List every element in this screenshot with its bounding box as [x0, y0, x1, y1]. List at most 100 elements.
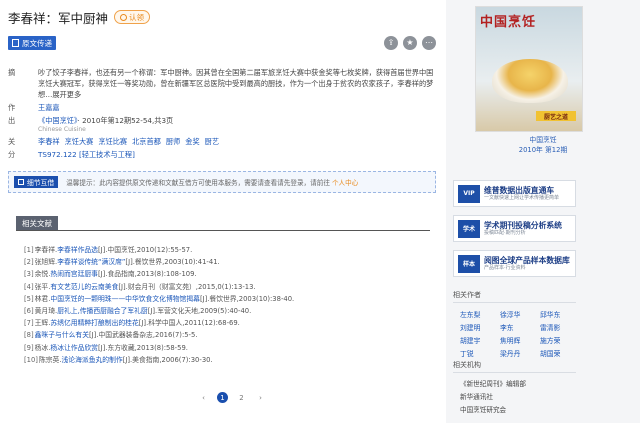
abstract-text: 吵了饺子李春祥，也还有另一个称谓：军中厨神。因其曾在全国第二届军旅烹饪大赛中获金… — [38, 68, 434, 99]
keyword-link[interactable]: 厨艺 — [205, 137, 219, 146]
related-doc-title-link[interactable]: 厨礼上,传播西厨融合了军礼厨 — [57, 307, 148, 315]
related-author-link[interactable]: 焦明辉 — [500, 336, 540, 346]
related-author-link[interactable]: 雷清影 — [540, 323, 580, 333]
related-author-link[interactable]: 刘建明 — [460, 323, 500, 333]
journal-link[interactable]: 《中国烹饪》 — [38, 116, 78, 125]
pagination: ‹ 1 2 › — [198, 392, 266, 403]
related-doc-title-link[interactable]: 浅论海派鱼丸的制作 — [62, 356, 123, 364]
classification-row: 分 TS972.122 [轻工技术与工程] — [8, 149, 436, 160]
document-loan-label: 细节互借 — [27, 179, 55, 187]
related-doc-title-link[interactable]: 有文艺范儿的云南美食 — [50, 283, 118, 291]
fulltext-delivery-label: 原文传递 — [22, 38, 52, 48]
page-1-button[interactable]: 1 — [217, 392, 228, 403]
banner-sub: 产品样本·行业资料 — [484, 264, 526, 271]
article-page: 李春祥：军中厨神 认领 原文传递 ⇪ ★ ⋯ 摘 吵了饺子李春祥，也还有另一个称… — [0, 0, 640, 423]
related-docs-tab[interactable]: 相关文献 — [16, 216, 58, 231]
related-authors-divider — [453, 302, 576, 303]
related-doc-author: 林君. — [34, 294, 51, 303]
related-doc-title-link[interactable]: 热闹而宫廷厨事 — [50, 270, 98, 278]
related-doc-number: [4] — [24, 282, 34, 291]
document-loan-button[interactable]: 细节互借 — [14, 176, 59, 188]
cover-issue[interactable]: 2010年 第12期 — [446, 145, 640, 155]
page-2-button[interactable]: 2 — [236, 392, 247, 403]
related-doc-title-link[interactable]: 鑫咪子与什么有关 — [35, 331, 89, 339]
related-doc-title-link[interactable]: 苏绣亿用精粹打酿制出的桂花 — [50, 319, 138, 327]
keyword-link[interactable]: 李春祥 — [38, 137, 60, 146]
notice-bar: 细节互借 温馨提示：此内容提供原文传递和文献互借方可使用本服务，需要请查看请先登… — [8, 171, 436, 193]
share-icon[interactable]: ⇪ — [384, 36, 398, 50]
related-author-link[interactable]: 施方荣 — [540, 336, 580, 346]
related-author-link[interactable]: 胡建宇 — [460, 336, 500, 346]
main-content: 李春祥：军中厨神 认领 原文传递 ⇪ ★ ⋯ 摘 吵了饺子李春祥，也还有另一个称… — [0, 0, 446, 423]
related-doc-title-link[interactable]: 中国烹饪的一颗明珠——中华饮食文化博物馆揭幕 — [50, 295, 200, 303]
banner-main: 学术期刊投稿分析系统 — [484, 220, 562, 230]
related-doc-author: 张旭辉. — [34, 258, 58, 267]
author-row: 作 王嘉嘉 — [8, 102, 436, 113]
related-doc-item: [2]张旭辉.李春祥谈传统“满汉席”[J].餐饮世界,2003(10):41-4… — [24, 256, 434, 268]
related-doc-title-link[interactable]: 李春祥谈传统“满汉席” — [57, 258, 125, 266]
journal-cover[interactable]: 中国烹饪 厨艺之道 — [475, 6, 583, 132]
related-doc-source: [J].军营文化天地,2009(5):40-40. — [147, 307, 252, 316]
related-doc-source: [J].中国武器装备杂志,2016(7):5-5. — [89, 331, 198, 340]
claim-label: 认领 — [129, 12, 145, 22]
related-author-link[interactable]: 邱华东 — [540, 310, 580, 320]
keyword-link[interactable]: 金奖 — [185, 137, 199, 146]
claim-badge[interactable]: 认领 — [114, 10, 151, 24]
source-row: 出 《中国烹饪》· 2010年第12期52-54,共3页 Chinese Cuis… — [8, 115, 436, 134]
banner-vip-publishing[interactable]: VIP 维普数据出版直通车 一文献快速上网让学术传播更简单 — [453, 180, 576, 207]
related-doc-source: [J].美食指南,2006(7):30-30. — [122, 355, 213, 364]
banner-submission-analysis[interactable]: 学术 学术期刊投稿分析系统 投稿匹配·期刊分析 — [453, 215, 576, 242]
keyword-link[interactable]: 厨师 — [166, 137, 180, 146]
prev-page-button[interactable]: ‹ — [198, 392, 209, 403]
related-doc-source: [J].餐饮世界,2003(10):38-40. — [199, 294, 295, 303]
related-author-link[interactable]: 李东 — [500, 323, 540, 333]
sample-logo-icon: 样本 — [458, 254, 480, 273]
related-orgs-title: 相关机构 — [453, 361, 481, 369]
related-doc-number: [10] — [24, 355, 38, 364]
related-doc-source: [J].科学中国人,2011(12):68-69. — [138, 319, 240, 328]
related-doc-item: [1]李春祥.李春祥作品选[J].中国烹饪,2010(12):55-57. — [24, 244, 434, 256]
keyword-link[interactable]: 烹饪大赛 — [65, 137, 94, 146]
related-author-link[interactable]: 梁丹丹 — [500, 349, 540, 359]
related-doc-title-link[interactable]: 李春祥作品选 — [57, 246, 98, 254]
related-doc-author: 陈宗英. — [38, 355, 62, 364]
related-doc-item: [4]张平.有文艺范儿的云南美食[J].财会月刊（财富文苑）,2015,0(1)… — [24, 281, 434, 293]
banner-main: 维普数据出版直通车 — [484, 185, 555, 195]
cover-journal-name[interactable]: 中国烹饪 — [446, 135, 640, 145]
related-org-item[interactable]: 中国烹饪研究会 — [460, 404, 584, 417]
title-row: 李春祥：军中厨神 认领 — [8, 7, 151, 27]
related-org-item[interactable]: 新华通讯社 — [460, 391, 584, 404]
related-doc-item: [3]余悦.热闹而宫廷厨事[J].食品指南,2013(8):108-109. — [24, 268, 434, 280]
personal-center-link[interactable]: 个人中心 — [332, 177, 358, 187]
author-link[interactable]: 王嘉嘉 — [38, 103, 60, 112]
related-docs-list: [1]李春祥.李春祥作品选[J].中国烹饪,2010(12):55-57. [2]… — [24, 244, 434, 366]
related-doc-number: [5] — [24, 294, 34, 303]
cover-band: 厨艺之道 — [536, 111, 576, 121]
favorite-icon[interactable]: ★ — [403, 36, 417, 50]
related-author-link[interactable]: 左东梨 — [460, 310, 500, 320]
related-doc-author: 黄月琦. — [34, 307, 58, 316]
related-author-link[interactable]: 丁锐 — [460, 349, 500, 359]
related-doc-item: [7]王辉.苏绣亿用精粹打酿制出的桂花[J].科学中国人,2011(12):68… — [24, 317, 434, 329]
fulltext-delivery-button[interactable]: 原文传递 — [8, 36, 56, 50]
banner-sub: 投稿匹配·期刊分析 — [484, 229, 526, 236]
related-doc-title-link[interactable]: 杨冰让作品欣赏 — [50, 344, 98, 352]
next-page-button[interactable]: › — [255, 392, 266, 403]
banner-main: 阅图全球产品样本数据库 — [484, 255, 570, 265]
related-doc-author: 余悦. — [34, 270, 51, 279]
related-org-item[interactable]: 《新世纪周刊》编辑部 — [460, 378, 584, 391]
more-icon[interactable]: ⋯ — [422, 36, 436, 50]
banner-sample-database[interactable]: 样本 阅图全球产品样本数据库 产品样本·行业资料 — [453, 250, 576, 277]
related-doc-number: [1] — [24, 246, 34, 254]
related-author-link[interactable]: 徐淳华 — [500, 310, 540, 320]
related-doc-number: [7] — [24, 319, 34, 328]
keyword-link[interactable]: 北京首都 — [132, 137, 161, 146]
sidebar: 中国烹饪 厨艺之道 中国烹饪 2010年 第12期 VIP 维普数据出版直通车一… — [446, 0, 640, 423]
related-doc-number: [8] — [24, 331, 34, 340]
keyword-link[interactable]: 烹饪比赛 — [98, 137, 127, 146]
related-author-link[interactable]: 胡国荣 — [540, 349, 580, 359]
cover-logo: 中国烹饪 — [480, 15, 537, 30]
classification-link[interactable]: TS972.122 [轻工技术与工程] — [38, 150, 135, 159]
related-doc-number: [6] — [24, 307, 34, 316]
related-doc-item: [10]陈宗英.浅论海派鱼丸的制作[J].美食指南,2006(7):30-30. — [24, 354, 434, 366]
